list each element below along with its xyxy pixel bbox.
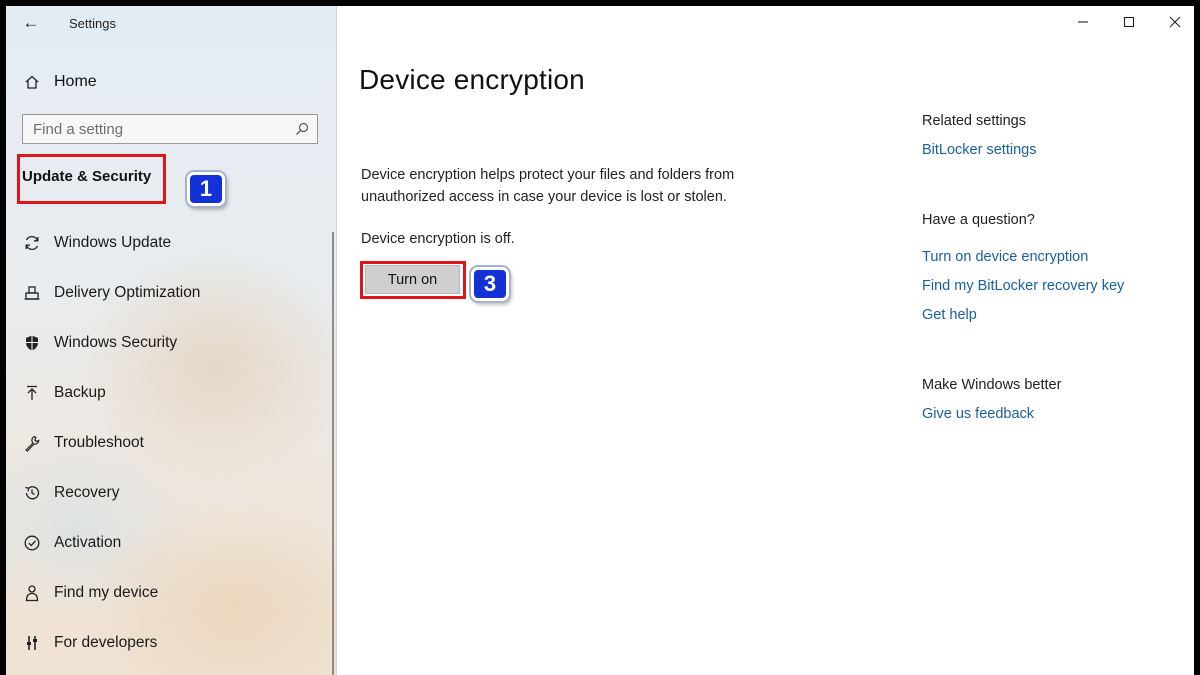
history-icon: [22, 483, 42, 503]
encryption-status: Device encryption is off.: [361, 231, 515, 247]
main-pane: Device encryption Device encryption help…: [337, 6, 1194, 675]
check-circle-icon: [22, 533, 42, 553]
sidebar-item-recovery[interactable]: Recovery: [6, 473, 328, 513]
sidebar-item-activation[interactable]: Activation: [6, 523, 328, 563]
related-settings-heading: Related settings: [922, 113, 1026, 129]
sidebar-item-delivery-optimization[interactable]: Delivery Optimization: [6, 273, 328, 313]
home-label: Home: [54, 73, 97, 90]
sidebar-item-for-developers[interactable]: For developers: [6, 623, 328, 663]
sync-icon: [22, 233, 42, 253]
sidebar-item-label: Windows Update: [54, 234, 172, 251]
sidebar-item-backup[interactable]: Backup: [6, 373, 328, 413]
bitlocker-settings-link[interactable]: BitLocker settings: [922, 142, 1036, 158]
sidebar-item-windows-update[interactable]: Windows Update: [6, 223, 328, 263]
sidebar-scrollbar[interactable]: [332, 232, 334, 675]
sidebar-item-label: For developers: [54, 634, 158, 651]
sidebar-item-label: Activation: [54, 534, 122, 551]
highlight-box-section: [17, 154, 166, 204]
step-badge-1: 1: [187, 172, 225, 206]
make-windows-better-heading: Make Windows better: [922, 377, 1062, 393]
search-input[interactable]: [33, 115, 283, 143]
sidebar-item-label: Delivery Optimization: [54, 284, 201, 301]
shield-icon: [22, 333, 42, 353]
settings-window: ← Settings Home Update & Security 1 Wind…: [6, 6, 1194, 675]
step-badge-3: 3: [471, 267, 509, 301]
delivery-icon: [22, 283, 42, 303]
sidebar-item-troubleshoot[interactable]: Troubleshoot: [6, 423, 328, 463]
close-icon[interactable]: [1152, 10, 1194, 34]
maximize-icon[interactable]: [1106, 10, 1152, 34]
window-title: Settings: [69, 16, 116, 31]
question-heading: Have a question?: [922, 212, 1035, 228]
sidebar-item-find-my-device[interactable]: Find my device: [6, 573, 328, 613]
search-icon[interactable]: [295, 122, 309, 136]
sidebar-item-label: Backup: [54, 384, 106, 401]
home-icon: [22, 72, 42, 92]
sidebar-item-label: Troubleshoot: [54, 434, 144, 451]
wrench-icon: [22, 433, 42, 453]
sidebar-item-label: Recovery: [54, 484, 120, 501]
encryption-description: Device encryption helps protect your fil…: [361, 167, 735, 205]
turn-on-button[interactable]: Turn on: [365, 265, 460, 294]
sidebar-item-label: Windows Security: [54, 334, 178, 351]
search-box[interactable]: [22, 114, 318, 144]
sidebar-item-windows-security[interactable]: Windows Security: [6, 323, 328, 363]
person-location-icon: [22, 583, 42, 603]
back-arrow-icon[interactable]: ←: [20, 12, 42, 34]
home-link[interactable]: Home: [22, 70, 97, 94]
recovery-key-link[interactable]: Find my BitLocker recovery key: [922, 278, 1124, 294]
developer-tools-icon: [22, 633, 42, 653]
sidebar-item-label: Find my device: [54, 584, 159, 601]
sidebar: ← Settings Home Update & Security 1 Wind…: [6, 6, 336, 675]
upload-icon: [22, 383, 42, 403]
get-help-link[interactable]: Get help: [922, 307, 977, 323]
give-feedback-link[interactable]: Give us feedback: [922, 406, 1034, 422]
minimize-icon[interactable]: [1060, 10, 1106, 34]
turn-on-encryption-link[interactable]: Turn on device encryption: [922, 249, 1088, 265]
page-title: Device encryption: [359, 64, 585, 95]
